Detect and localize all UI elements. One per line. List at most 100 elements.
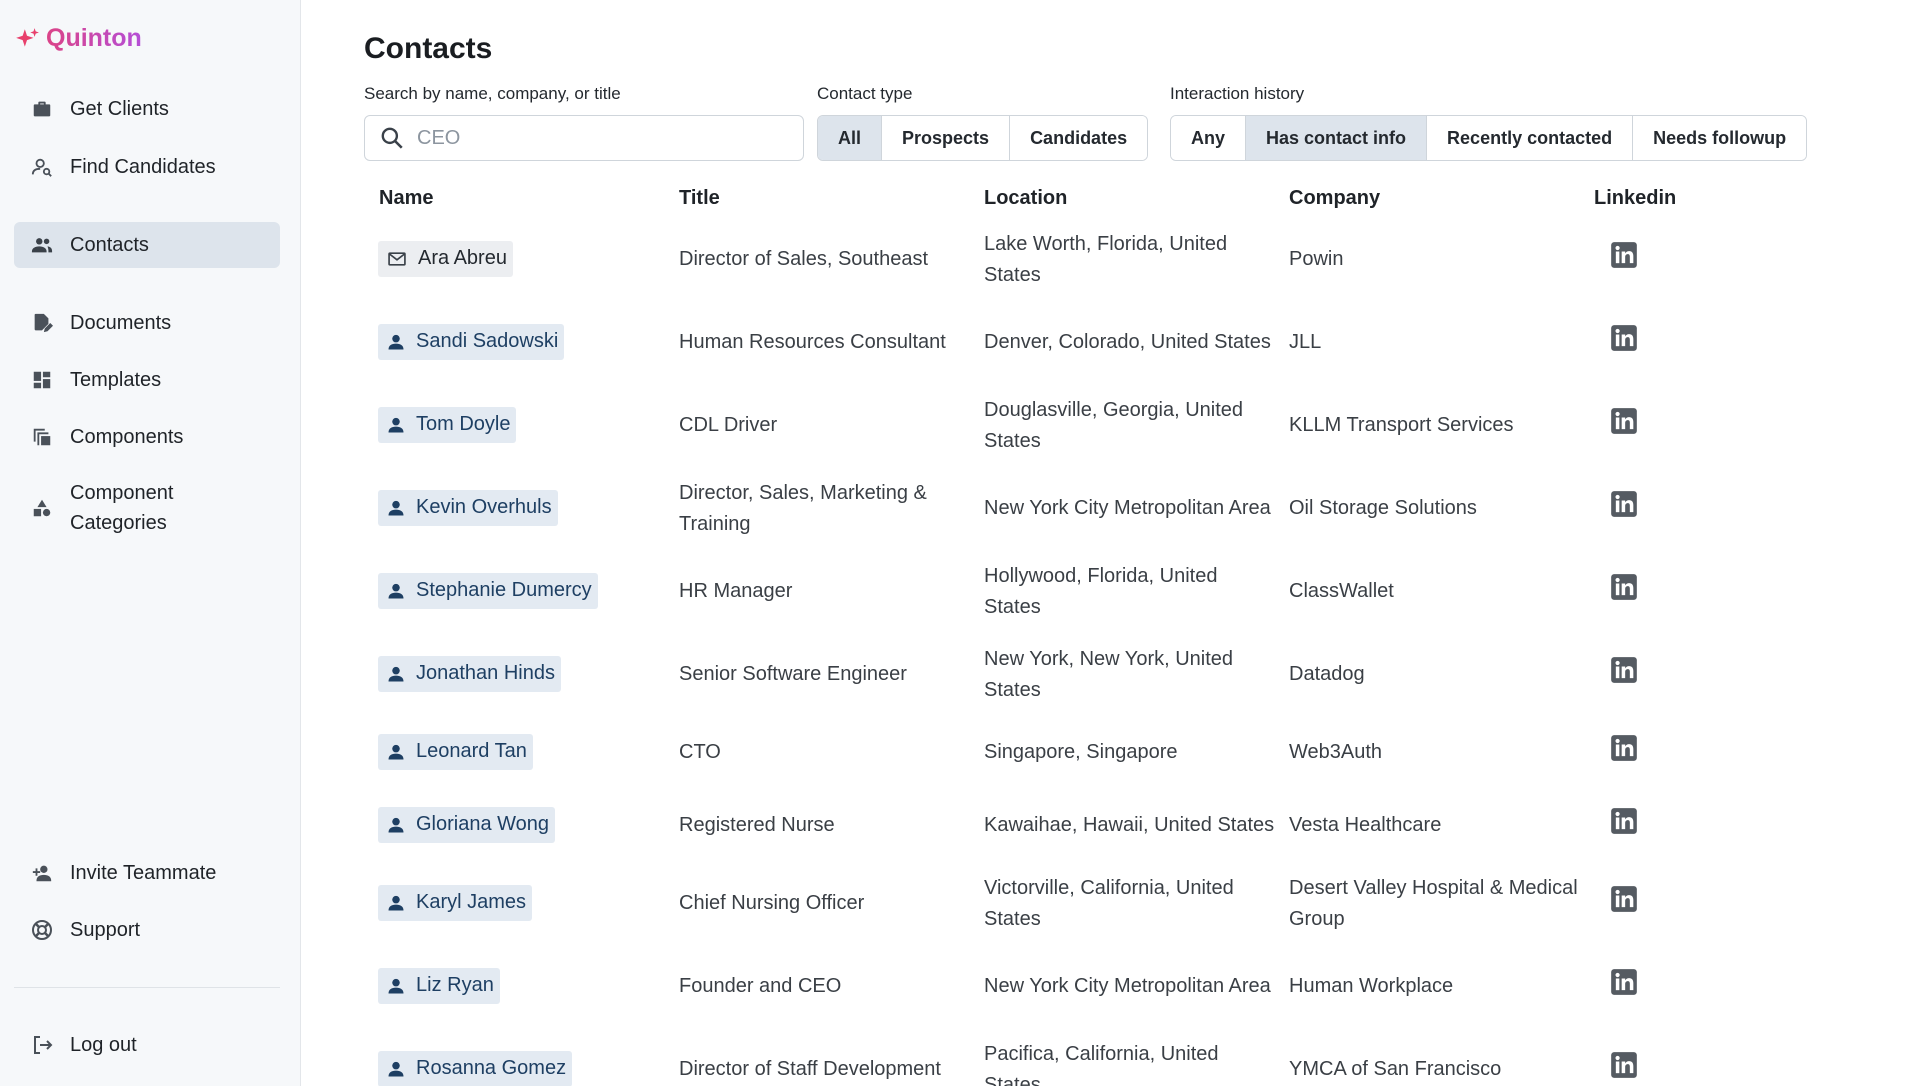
- cell-location: New York, New York, United States: [984, 647, 1234, 701]
- table-row: Leonard Tan CTO Singapore, Singapore Web3Au…: [364, 716, 1894, 789]
- cell-linkedin: [1584, 656, 1784, 694]
- sidebar: Quinton Get Clients Find Candidates Cont…: [0, 0, 301, 1086]
- table-row: Sandi Sadowski Human Resources Consultant…: [364, 301, 1894, 384]
- search-input[interactable]: [417, 126, 777, 150]
- linkedin-icon[interactable]: [1610, 656, 1638, 684]
- linkedin-icon[interactable]: [1610, 573, 1638, 601]
- cell-linkedin: [1584, 968, 1784, 1006]
- cell-title: Registered Nurse: [679, 814, 835, 836]
- linkedin-icon[interactable]: [1610, 885, 1638, 913]
- contact-name: Leonard Tan: [416, 740, 527, 762]
- header-location[interactable]: Location: [974, 187, 1279, 210]
- nav-templates[interactable]: Templates: [14, 357, 280, 403]
- contact-name-chip[interactable]: Gloriana Wong: [378, 806, 556, 843]
- person-add-icon: [30, 861, 54, 885]
- nav-component-categories[interactable]: Component Categories: [14, 476, 280, 540]
- person-icon: [388, 500, 404, 515]
- cell-name: Tom Doyle: [364, 406, 669, 445]
- cell-linkedin: [1584, 573, 1784, 611]
- contact-name-chip[interactable]: Ara Abreu: [378, 240, 513, 277]
- history-any[interactable]: Any: [1171, 116, 1247, 160]
- linkedin-icon[interactable]: [1610, 241, 1638, 269]
- linkedin-icon[interactable]: [1610, 734, 1638, 762]
- contact-type-candidates[interactable]: Candidates: [1010, 116, 1148, 160]
- header-company[interactable]: Company: [1279, 187, 1584, 210]
- person-icon: [388, 744, 404, 759]
- header-title[interactable]: Title: [669, 187, 974, 210]
- linkedin-icon[interactable]: [1610, 968, 1638, 996]
- header-name[interactable]: Name: [364, 187, 669, 210]
- contact-name-chip[interactable]: Sandi Sadowski: [378, 323, 565, 360]
- cell-location: Douglasville, Georgia, United States: [984, 398, 1244, 452]
- nav-label: Invite Teammate: [70, 861, 217, 884]
- nav-find-candidates[interactable]: Find Candidates: [14, 144, 280, 190]
- nav-label: Contacts: [70, 233, 149, 256]
- history-segmented: Any Has contact info Recently contacted …: [1170, 115, 1808, 161]
- contact-type-label: Contact type: [817, 84, 913, 103]
- logout-button[interactable]: Log out: [14, 1022, 280, 1068]
- cell-title: CTO: [679, 741, 721, 763]
- person-icon: [388, 1061, 404, 1076]
- nav-get-clients[interactable]: Get Clients: [14, 86, 280, 132]
- cell-location: New York City Metropolitan Area: [984, 497, 1271, 519]
- contact-name-chip[interactable]: Liz Ryan: [378, 967, 500, 1004]
- nav-documents[interactable]: Documents: [14, 300, 280, 346]
- cell-name: Sandi Sadowski: [364, 323, 669, 362]
- contact-type-all[interactable]: All: [818, 116, 883, 160]
- cell-company: Datadog: [1289, 663, 1365, 685]
- cell-linkedin: [1584, 1051, 1784, 1086]
- contact-type-prospects[interactable]: Prospects: [882, 116, 1011, 160]
- brand-logo[interactable]: Quinton: [14, 24, 142, 53]
- contact-name-chip[interactable]: Stephanie Dumercy: [378, 572, 598, 609]
- nav-components[interactable]: Components: [14, 414, 280, 460]
- contact-name: Tom Doyle: [416, 413, 511, 435]
- contact-name-chip[interactable]: Rosanna Gomez: [378, 1050, 573, 1086]
- nav-contacts[interactable]: Contacts: [14, 222, 280, 268]
- people-icon: [30, 233, 54, 257]
- sparkle-icon: [16, 27, 39, 47]
- contact-name-chip[interactable]: Jonathan Hinds: [378, 655, 561, 692]
- contact-type-segmented: All Prospects Candidates: [817, 115, 1149, 161]
- table-header: Name Title Location Company Linkedin: [364, 178, 1894, 218]
- search-field[interactable]: [364, 115, 804, 161]
- person-icon: [388, 978, 404, 993]
- table-row: Stephanie Dumercy HR Manager Hollywood, Fl…: [364, 550, 1894, 633]
- nav-label: Component Categories: [70, 482, 174, 534]
- history-has-contact-info[interactable]: Has contact info: [1246, 116, 1428, 160]
- linkedin-icon[interactable]: [1610, 407, 1638, 435]
- contact-name-chip[interactable]: Karyl James: [378, 884, 533, 921]
- table-row: Tom Doyle CDL Driver Douglasville, Georgia…: [364, 384, 1894, 467]
- cell-linkedin: [1584, 407, 1784, 445]
- nav-invite-teammate[interactable]: Invite Teammate: [14, 850, 280, 896]
- cell-company: JLL: [1289, 331, 1322, 353]
- cell-name: Gloriana Wong: [364, 806, 669, 845]
- contact-name: Rosanna Gomez: [416, 1057, 567, 1079]
- contact-name-chip[interactable]: Leonard Tan: [378, 733, 533, 770]
- cell-name: Kevin Overhuls: [364, 489, 669, 528]
- contact-name-chip[interactable]: Tom Doyle: [378, 406, 517, 443]
- cell-location: Victorville, California, United States: [984, 876, 1234, 930]
- contact-name-chip[interactable]: Kevin Overhuls: [378, 489, 558, 526]
- nav-support[interactable]: Support: [14, 907, 280, 953]
- sidebar-divider: [14, 987, 280, 988]
- history-needs-followup[interactable]: Needs followup: [1633, 116, 1807, 160]
- linkedin-icon[interactable]: [1610, 1051, 1638, 1079]
- cell-location: Singapore, Singapore: [984, 741, 1178, 763]
- person-icon: [388, 895, 404, 910]
- person-search-icon: [30, 155, 54, 179]
- cell-location: Lake Worth, Florida, United States: [984, 232, 1228, 286]
- linkedin-icon[interactable]: [1610, 324, 1638, 352]
- cell-company: Oil Storage Solutions: [1289, 497, 1477, 519]
- page-title: Contacts: [364, 32, 493, 65]
- history-recently-contacted[interactable]: Recently contacted: [1427, 116, 1634, 160]
- table-row: Jonathan Hinds Senior Software Engineer Ne…: [364, 633, 1894, 716]
- cell-company: YMCA of San Francisco: [1289, 1058, 1502, 1080]
- contact-name: Liz Ryan: [416, 974, 494, 996]
- cell-name: Stephanie Dumercy: [364, 572, 669, 611]
- linkedin-icon[interactable]: [1610, 490, 1638, 518]
- linkedin-icon[interactable]: [1610, 807, 1638, 835]
- nav-label: Components: [70, 425, 184, 448]
- contact-name: Gloriana Wong: [416, 813, 550, 835]
- email-icon: [388, 251, 406, 266]
- copy-icon: [30, 425, 54, 449]
